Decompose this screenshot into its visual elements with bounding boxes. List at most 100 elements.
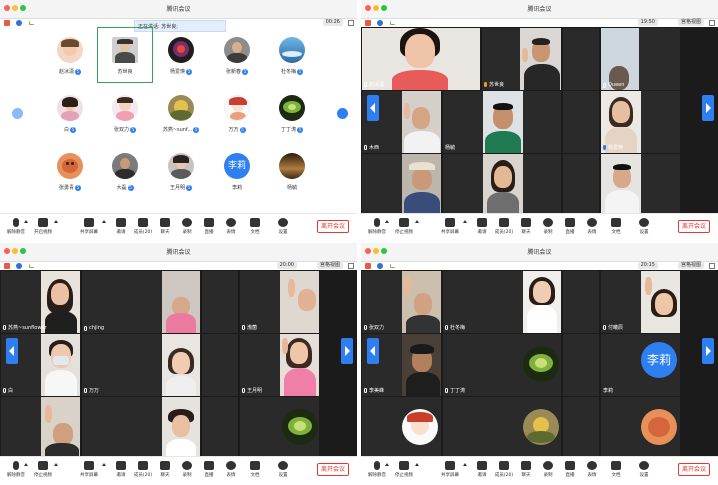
video-tile[interactable] [202, 334, 238, 396]
video-tile[interactable]: 李莉 李莉 [601, 334, 680, 396]
video-tile[interactable]: 杨毓 [443, 91, 561, 153]
video-tile[interactable] [563, 397, 599, 459]
video-tile[interactable]: 张双力 [362, 271, 441, 333]
meeting-info-icon[interactable] [365, 20, 371, 26]
meeting-info-icon[interactable] [4, 20, 10, 26]
docs-button[interactable]: 文档 [240, 218, 270, 238]
video-options-caret-icon[interactable] [54, 220, 58, 223]
share-screen-button[interactable]: 共享屏幕 [74, 218, 104, 238]
fullscreen-icon[interactable] [709, 20, 715, 26]
previous-page-button[interactable] [12, 108, 23, 119]
leave-meeting-button[interactable]: 离开会议 [316, 463, 349, 476]
video-tile[interactable]: Queen [601, 28, 680, 90]
video-tile[interactable]: 付曦辰 [601, 271, 680, 333]
leave-meeting-button[interactable]: 离开会议 [316, 220, 349, 233]
emoji-icon [226, 461, 236, 470]
share-screen-button[interactable]: 共享屏幕 [435, 218, 465, 238]
camera-icon [399, 218, 409, 227]
video-tile[interactable] [202, 397, 238, 459]
window-title: 腾讯会议 [166, 249, 191, 256]
settings-button[interactable]: 设置 [268, 461, 298, 481]
video-tile[interactable]: 杨爱瑛 [601, 91, 680, 153]
video-tile[interactable] [601, 397, 680, 459]
next-page-button[interactable] [337, 108, 348, 119]
settings-button[interactable]: 设置 [629, 461, 659, 481]
video-tile[interactable]: 王月明 [240, 334, 319, 396]
gear-icon [278, 461, 288, 470]
previous-page-button[interactable] [367, 338, 379, 364]
avatar [168, 153, 194, 179]
view-mode-selector[interactable]: 宫格视图 [316, 262, 343, 269]
window-title: 腾讯会议 [527, 6, 552, 13]
avatar [641, 409, 677, 445]
video-tile[interactable] [362, 397, 441, 459]
chat-icon [521, 461, 531, 470]
security-shield-icon[interactable] [377, 20, 383, 26]
next-page-button[interactable] [702, 338, 714, 364]
leave-meeting-button[interactable]: 离开会议 [677, 220, 710, 233]
view-mode-selector[interactable]: 宫格视图 [677, 262, 704, 269]
fullscreen-icon[interactable] [709, 263, 715, 269]
video-tile[interactable] [1, 397, 80, 459]
video-tile[interactable]: 万万 [82, 334, 200, 396]
participant-cell[interactable]: 苏燕~sunf... 5 [148, 89, 212, 147]
share-screen-button[interactable]: 共享屏幕 [435, 461, 465, 481]
video-tile[interactable] [362, 154, 441, 216]
previous-page-button[interactable] [6, 338, 18, 364]
video-tile[interactable] [563, 271, 599, 333]
video-tile[interactable] [563, 154, 599, 216]
participant-cell[interactable]: 杨毓 [259, 147, 323, 205]
docs-button[interactable]: 文档 [601, 461, 631, 481]
participant-name: 李莉 [231, 185, 242, 191]
mic-icon [84, 325, 87, 331]
video-options-caret-icon[interactable] [415, 220, 419, 223]
video-tile[interactable] [82, 397, 200, 459]
participant-name: 苏世良 [489, 82, 505, 88]
meeting-info-icon[interactable] [4, 263, 10, 269]
video-tile[interactable]: 杜冬梅 [443, 271, 561, 333]
video-tile[interactable] [563, 334, 599, 396]
video-tile[interactable] [240, 397, 319, 459]
participant-cell[interactable]: 丁丁涛 5 [259, 89, 323, 147]
security-shield-icon[interactable] [16, 263, 22, 269]
video-tile[interactable] [443, 397, 561, 459]
video-tile[interactable] [563, 28, 599, 90]
settings-button[interactable]: 设置 [268, 218, 298, 238]
participant-cell[interactable]: 苏世良 [92, 31, 156, 89]
fullscreen-icon[interactable] [348, 263, 354, 269]
leave-meeting-button[interactable]: 离开会议 [677, 463, 710, 476]
video-tile[interactable] [601, 154, 680, 216]
participant-cell[interactable]: 王月明 5 [148, 147, 212, 205]
share-screen-button[interactable]: 共享屏幕 [74, 461, 104, 481]
docs-button[interactable]: 文档 [601, 218, 631, 238]
participant-cell[interactable]: 张双力 5 [92, 89, 156, 147]
video-tile[interactable]: 丁丁涛 [443, 334, 561, 396]
video-options-caret-icon[interactable] [54, 463, 58, 466]
video-tile[interactable] [563, 91, 599, 153]
next-page-button[interactable] [341, 338, 353, 364]
view-mode-selector[interactable]: 宫格视图 [677, 19, 704, 26]
video-tile[interactable] [202, 271, 238, 333]
participant-cell[interactable]: 杨爱瑛 5 [148, 31, 212, 89]
meeting-window-video-grid: 腾讯会议 20:00 宫格视图 苏燕~sunflower chjing 渤菌 白… [0, 243, 357, 483]
video-tile[interactable]: 赵冰潇 [362, 28, 480, 90]
mic-icon [445, 388, 448, 393]
fullscreen-icon[interactable] [348, 20, 354, 26]
video-tile[interactable]: chjing [82, 271, 200, 333]
participant-cell[interactable]: 杜冬梅 5 [259, 31, 323, 89]
video-tile[interactable]: 苏世良 [482, 28, 561, 90]
camera-icon [38, 218, 48, 227]
meeting-info-icon[interactable] [365, 263, 371, 269]
docs-button[interactable]: 文档 [240, 461, 270, 481]
video-tile[interactable]: 苏燕~sunflower [1, 271, 80, 333]
security-shield-icon[interactable] [377, 263, 383, 269]
settings-button[interactable]: 设置 [629, 218, 659, 238]
video-options-caret-icon[interactable] [415, 463, 419, 466]
security-shield-icon[interactable] [16, 20, 22, 26]
video-tile[interactable]: 渤菌 [240, 271, 319, 333]
participant-name: 万万 [89, 388, 100, 394]
participant-cell[interactable]: 大磊 5 [92, 147, 156, 205]
previous-page-button[interactable] [367, 95, 379, 121]
video-tile[interactable] [443, 154, 561, 216]
next-page-button[interactable] [702, 95, 714, 121]
